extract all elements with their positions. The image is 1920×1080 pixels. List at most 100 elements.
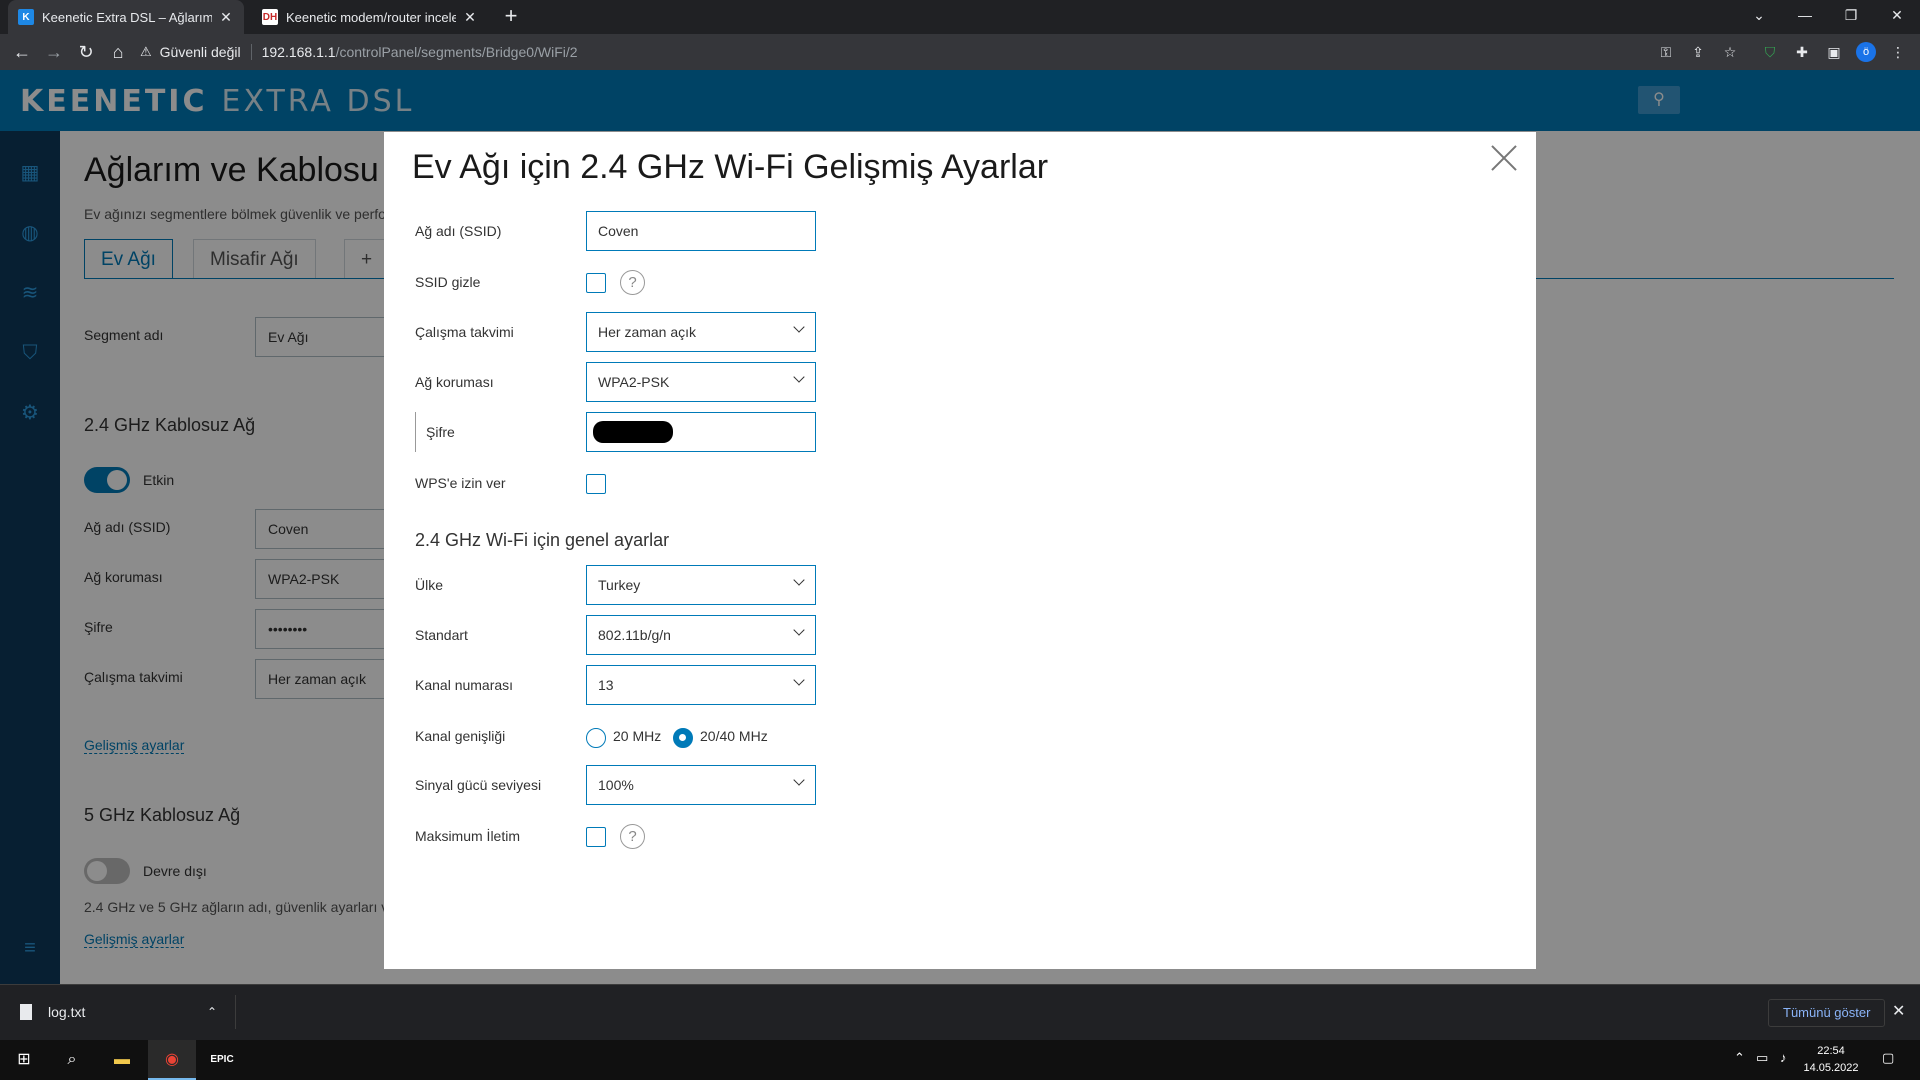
hide-ssid-row: SSID gizle ? — [415, 262, 1115, 302]
tx-power-label: Sinyal gücü seviyesi — [415, 777, 542, 793]
download-item[interactable]: log.txt ⌃ — [20, 995, 236, 1029]
wps-label: WPS'e izin ver — [415, 475, 506, 491]
volume-icon[interactable]: ♪ — [1780, 1050, 1787, 1065]
not-secure-warning-icon: ⚠ — [140, 44, 152, 59]
password-input[interactable] — [586, 412, 816, 452]
show-all-downloads-button[interactable]: Tümünü göster — [1768, 999, 1886, 1027]
chevron-down-icon — [793, 624, 805, 636]
browser-tab-strip: K Keenetic Extra DSL – Ağlarım ve K ✕ DH… — [0, 0, 1920, 34]
share-icon[interactable]: ⇪ — [1688, 42, 1708, 62]
max-tx-label: Maksimum İletim — [415, 828, 521, 844]
address-bar[interactable]: ⚠ Güvenli değil 192.168.1.1 /controlPane… — [140, 38, 1760, 66]
standard-select[interactable]: 802.11b/g/n — [586, 615, 816, 655]
wps-checkbox[interactable] — [586, 474, 606, 494]
file-icon — [20, 1004, 32, 1020]
security-label: Ağ koruması — [415, 374, 494, 390]
tray-chevron-icon[interactable]: ⌃ — [1734, 1050, 1745, 1066]
max-tx-row: Maksimum İletim ? — [415, 816, 1115, 856]
bandwidth-2040mhz-label: 20/40 MHz — [700, 728, 768, 744]
side-panel-icon[interactable]: ▣ — [1824, 42, 1844, 62]
back-icon[interactable]: ← — [10, 40, 34, 64]
tx-power-value: 100% — [598, 777, 634, 793]
schedule-label: Çalışma takvimi — [415, 324, 514, 340]
minimize-button[interactable]: — — [1782, 0, 1828, 34]
forward-icon[interactable]: → — [42, 40, 66, 64]
indent-marker — [415, 412, 416, 452]
tab-title: Keenetic Extra DSL – Ağlarım ve K — [42, 9, 212, 25]
home-icon[interactable]: ⌂ — [106, 40, 130, 64]
new-tab-button[interactable]: + — [498, 4, 524, 30]
hide-ssid-label: SSID gizle — [415, 274, 481, 290]
address-divider — [250, 44, 252, 60]
close-download-bar-icon[interactable]: ✕ — [1892, 1001, 1905, 1021]
security-status: Güvenli değil — [159, 44, 241, 60]
keenetic-app: KEENETIC EXTRA DSL ⚲ ▦ ◍ ≋ ⛉ ⚙ ≡ Ağlarım … — [0, 70, 1920, 984]
country-row: Ülke Turkey — [415, 565, 1115, 605]
system-clock[interactable]: 22:54 14.05.2022 — [1800, 1043, 1862, 1077]
help-icon[interactable]: ? — [620, 270, 645, 295]
bandwidth-row: Kanal genişliği 20 MHz 20/40 MHz — [415, 716, 1115, 756]
standard-row: Standart 802.11b/g/n — [415, 615, 1115, 655]
dialog-title: Ev Ağı için 2.4 GHz Wi-Fi Gelişmiş Ayarl… — [412, 148, 1049, 186]
profile-avatar[interactable]: ö — [1856, 42, 1876, 62]
chevron-down-icon — [793, 574, 805, 586]
extensions-puzzle-icon[interactable]: ✚ — [1792, 42, 1812, 62]
channel-label: Kanal numarası — [415, 677, 514, 693]
password-row: Şifre — [415, 412, 1115, 452]
network-icon[interactable]: ▭ — [1756, 1050, 1768, 1066]
security-select[interactable]: WPA2-PSK — [586, 362, 816, 402]
country-select[interactable]: Turkey — [586, 565, 816, 605]
ssid-input[interactable]: Coven — [586, 211, 816, 251]
redacted-password-mark — [593, 421, 673, 443]
bandwidth-label: Kanal genişliği — [415, 728, 506, 744]
password-key-icon[interactable]: ⚿ — [1656, 42, 1676, 62]
windows-start-icon[interactable]: ⊞ — [0, 1040, 48, 1080]
bandwidth-20mhz-radio[interactable] — [586, 728, 606, 748]
file-explorer-icon[interactable]: ▬ — [98, 1040, 146, 1080]
bandwidth-20mhz-label: 20 MHz — [613, 728, 662, 744]
channel-select[interactable]: 13 — [586, 665, 816, 705]
chevron-down-icon — [793, 371, 805, 383]
menu-kebab-icon[interactable]: ⋮ — [1888, 42, 1908, 62]
reload-icon[interactable]: ↻ — [74, 40, 98, 64]
bandwidth-2040mhz-radio[interactable] — [673, 728, 693, 748]
tab-keenetic[interactable]: K Keenetic Extra DSL – Ağlarım ve K ✕ — [8, 0, 244, 34]
chevron-down-icon — [793, 674, 805, 686]
browser-toolbar: ← → ↻ ⌂ ⚠ Güvenli değil 192.168.1.1 /con… — [0, 34, 1920, 70]
chrome-icon[interactable]: ◉ — [148, 1040, 196, 1080]
close-window-button[interactable]: ✕ — [1874, 0, 1920, 34]
tx-power-row: Sinyal gücü seviyesi 100% — [415, 765, 1115, 805]
extension-shield-icon[interactable]: ⛉ — [1760, 42, 1780, 62]
security-row: Ağ koruması WPA2-PSK — [415, 362, 1115, 402]
max-tx-checkbox[interactable] — [586, 827, 606, 847]
download-file-name: log.txt — [48, 1004, 86, 1020]
tab-search-icon[interactable]: ⌄ — [1736, 0, 1782, 34]
wps-row: WPS'e izin ver — [415, 463, 1115, 503]
tab-donanimhaber[interactable]: DH Keenetic modem/router incelem ✕ — [252, 0, 488, 34]
notifications-icon[interactable]: ▢ — [1882, 1050, 1894, 1066]
tx-power-select[interactable]: 100% — [586, 765, 816, 805]
help-icon[interactable]: ? — [620, 824, 645, 849]
password-label: Şifre — [426, 424, 455, 440]
windows-taskbar: ⊞ ⌕ ▬ ◉ EPIC ⌃ ▭ ♪ 22:54 14.05.2022 ▢ — [0, 1040, 1920, 1080]
security-value: WPA2-PSK — [598, 374, 670, 390]
close-icon[interactable] — [1490, 144, 1518, 172]
bookmark-star-icon[interactable]: ☆ — [1720, 42, 1740, 62]
search-icon[interactable]: ⌕ — [48, 1040, 96, 1080]
close-tab-icon[interactable]: ✕ — [462, 9, 478, 26]
restore-button[interactable]: ❐ — [1828, 0, 1874, 34]
ssid-label: Ağ adı (SSID) — [415, 223, 502, 239]
url-host: 192.168.1.1 — [261, 44, 336, 60]
schedule-select[interactable]: Her zaman açık — [586, 312, 816, 352]
channel-value: 13 — [598, 677, 614, 693]
clock-date: 14.05.2022 — [1803, 1062, 1859, 1074]
hide-ssid-checkbox[interactable] — [586, 273, 606, 293]
epic-games-icon[interactable]: EPIC — [198, 1040, 246, 1080]
tab-title: Keenetic modem/router incelem — [286, 9, 456, 25]
country-value: Turkey — [598, 577, 641, 593]
close-tab-icon[interactable]: ✕ — [218, 9, 234, 26]
chevron-down-icon — [793, 774, 805, 786]
clock-time: 22:54 — [1817, 1045, 1845, 1057]
standard-value: 802.11b/g/n — [598, 627, 671, 643]
chevron-up-icon[interactable]: ⌃ — [207, 1005, 217, 1019]
